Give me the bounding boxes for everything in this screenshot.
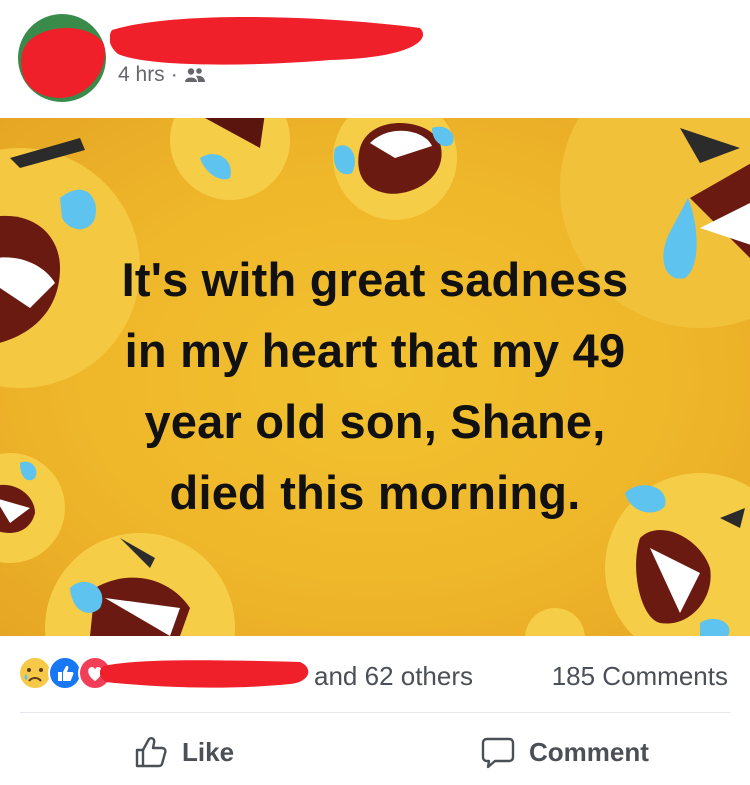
like-button[interactable]: Like bbox=[134, 730, 234, 774]
comment-label: Comment bbox=[529, 736, 649, 767]
reactions-bar: and 62 others 185 Comments bbox=[0, 640, 750, 712]
image-text-line: year old son, Shane, bbox=[144, 395, 606, 448]
thumbs-up-icon bbox=[134, 735, 168, 769]
speech-bubble-icon bbox=[481, 735, 515, 769]
reactors-redaction bbox=[100, 660, 309, 688]
image-text: It's with great sadness in my heart that… bbox=[0, 244, 750, 528]
like-label: Like bbox=[182, 736, 235, 767]
image-text-line: It's with great sadness bbox=[121, 253, 629, 306]
post-meta: 4 hrs · bbox=[118, 62, 206, 88]
like-reaction-icon bbox=[48, 656, 82, 690]
comment-button[interactable]: Comment bbox=[481, 730, 649, 774]
image-text-line: died this morning. bbox=[169, 466, 581, 519]
post-image[interactable]: It's with great sadness in my heart that… bbox=[0, 118, 750, 636]
comments-count-link[interactable]: 185 Comments bbox=[552, 661, 728, 692]
reactors-others-link[interactable]: and 62 others bbox=[314, 661, 473, 692]
laughing-emoji-icon bbox=[525, 608, 585, 636]
image-text-line: in my heart that my 49 bbox=[124, 324, 626, 377]
avatar-redaction bbox=[21, 27, 105, 99]
laughing-emoji-icon bbox=[170, 118, 290, 200]
laughing-emoji-icon bbox=[45, 533, 235, 636]
divider bbox=[20, 712, 730, 713]
sad-reaction-icon bbox=[18, 656, 52, 690]
post-header: 4 hrs · bbox=[0, 0, 750, 118]
friends-icon bbox=[184, 67, 206, 83]
avatar[interactable] bbox=[18, 14, 106, 102]
meta-separator: · bbox=[170, 63, 178, 86]
laughing-emoji-icon bbox=[333, 118, 457, 220]
timestamp[interactable]: 4 hrs bbox=[118, 63, 165, 87]
